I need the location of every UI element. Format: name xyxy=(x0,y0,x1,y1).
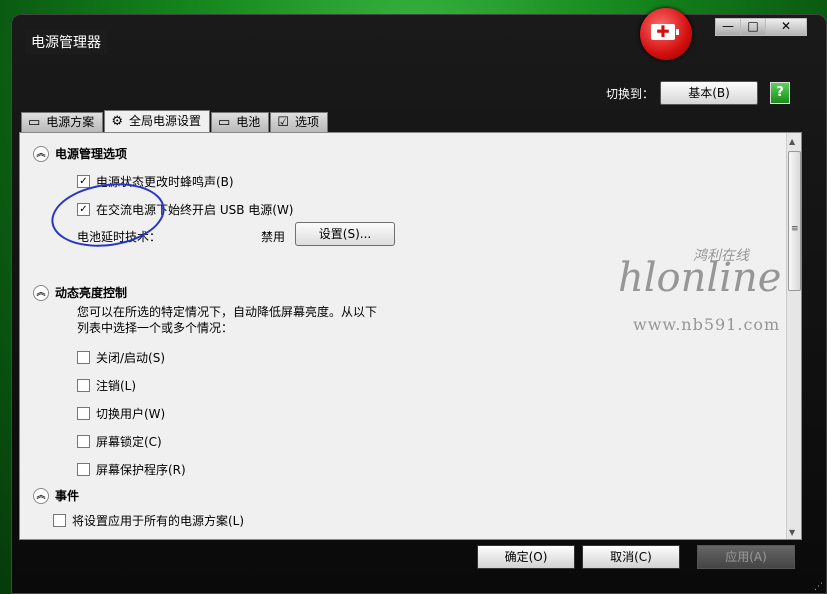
switch-user-option[interactable]: 切换用户(W) xyxy=(77,405,165,422)
scroll-up-icon[interactable]: ▲ xyxy=(789,137,795,146)
settings-button[interactable]: 设置(S)... xyxy=(295,222,395,246)
tab-bar: ▭ 电源方案 ⚙ 全局电源设置 ▭ 电池 ☑ 选项 xyxy=(21,110,329,133)
shutdown-checkbox[interactable] xyxy=(77,351,90,364)
scrollbar-thumb[interactable]: ≡ xyxy=(788,151,801,291)
vertical-scrollbar[interactable]: ▲ ≡ ▼ xyxy=(786,133,801,539)
ok-button[interactable]: 确定(O) xyxy=(477,545,575,569)
window-title: 电源管理器 xyxy=(25,30,107,54)
screen-lock-checkbox[interactable] xyxy=(77,435,90,448)
switch-user-checkbox[interactable] xyxy=(77,407,90,420)
brightness-description: 您可以在所选的特定情况下，自动降低屏幕亮度。从以下 xyxy=(77,305,378,319)
apply-button[interactable]: 应用(A) xyxy=(697,545,795,569)
help-icon[interactable]: ? xyxy=(770,82,790,104)
brightness-description-2: 列表中选择一个或多个情况： xyxy=(77,321,234,335)
collapse-icon[interactable]: ︽ xyxy=(33,487,49,504)
window-controls: — □ ✕ xyxy=(715,18,807,36)
tab-global-power-settings[interactable]: ⚙ 全局电源设置 xyxy=(104,110,210,133)
cancel-button[interactable]: 取消(C) xyxy=(582,545,680,569)
collapse-icon[interactable]: ︽ xyxy=(33,284,49,301)
beep-checkbox[interactable]: ✓ xyxy=(77,175,90,188)
power-manager-window: 电源管理器 ✚ — □ ✕ 切换到： 基本(B) ? ▭ 电源方案 ⚙ 全局电源… xyxy=(11,8,827,594)
maximize-button[interactable]: □ xyxy=(740,18,766,36)
battery-icon: ▭ xyxy=(217,115,231,130)
basic-mode-button[interactable]: 基本(B) xyxy=(660,81,758,105)
shutdown-startup-option[interactable]: 关闭/启动(S) xyxy=(77,349,165,366)
apply-all-plans-option[interactable]: 将设置应用于所有的电源方案(L) xyxy=(53,512,244,529)
brightness-section-header[interactable]: ︽ 动态亮度控制 xyxy=(33,284,127,301)
apply-all-plans-checkbox[interactable] xyxy=(53,514,66,527)
events-section-header[interactable]: ︽ 事件 xyxy=(33,487,79,504)
battery-tech-value: 禁用 xyxy=(261,230,286,244)
grip-icon: ≡ xyxy=(791,224,799,234)
logoff-option[interactable]: 注销(L) xyxy=(77,377,136,394)
minimize-button[interactable]: — xyxy=(715,18,741,36)
tab-power-plans[interactable]: ▭ 电源方案 xyxy=(21,112,104,133)
scroll-down-icon[interactable]: ▼ xyxy=(789,528,795,537)
tab-battery[interactable]: ▭ 电池 xyxy=(210,112,270,133)
checkbox-icon: ☑ xyxy=(277,115,289,130)
switch-to-label: 切换到： xyxy=(606,87,655,101)
screen-lock-option[interactable]: 屏幕锁定(C) xyxy=(77,433,162,450)
battery-outline-icon: ▭ xyxy=(28,115,41,130)
close-button[interactable]: ✕ xyxy=(765,18,807,36)
screensaver-checkbox[interactable] xyxy=(77,463,90,476)
tab-options[interactable]: ☑ 选项 xyxy=(270,112,328,133)
battery-logo-icon: ✚ xyxy=(640,8,692,60)
collapse-icon[interactable]: ︽ xyxy=(33,145,49,162)
resize-grip-icon[interactable]: ⋰ xyxy=(814,582,823,592)
power-section-header[interactable]: ︽ 电源管理选项 xyxy=(33,145,127,162)
screensaver-option[interactable]: 屏幕保护程序(R) xyxy=(77,461,186,478)
gear-icon: ⚙ xyxy=(111,114,123,129)
logoff-checkbox[interactable] xyxy=(77,379,90,392)
